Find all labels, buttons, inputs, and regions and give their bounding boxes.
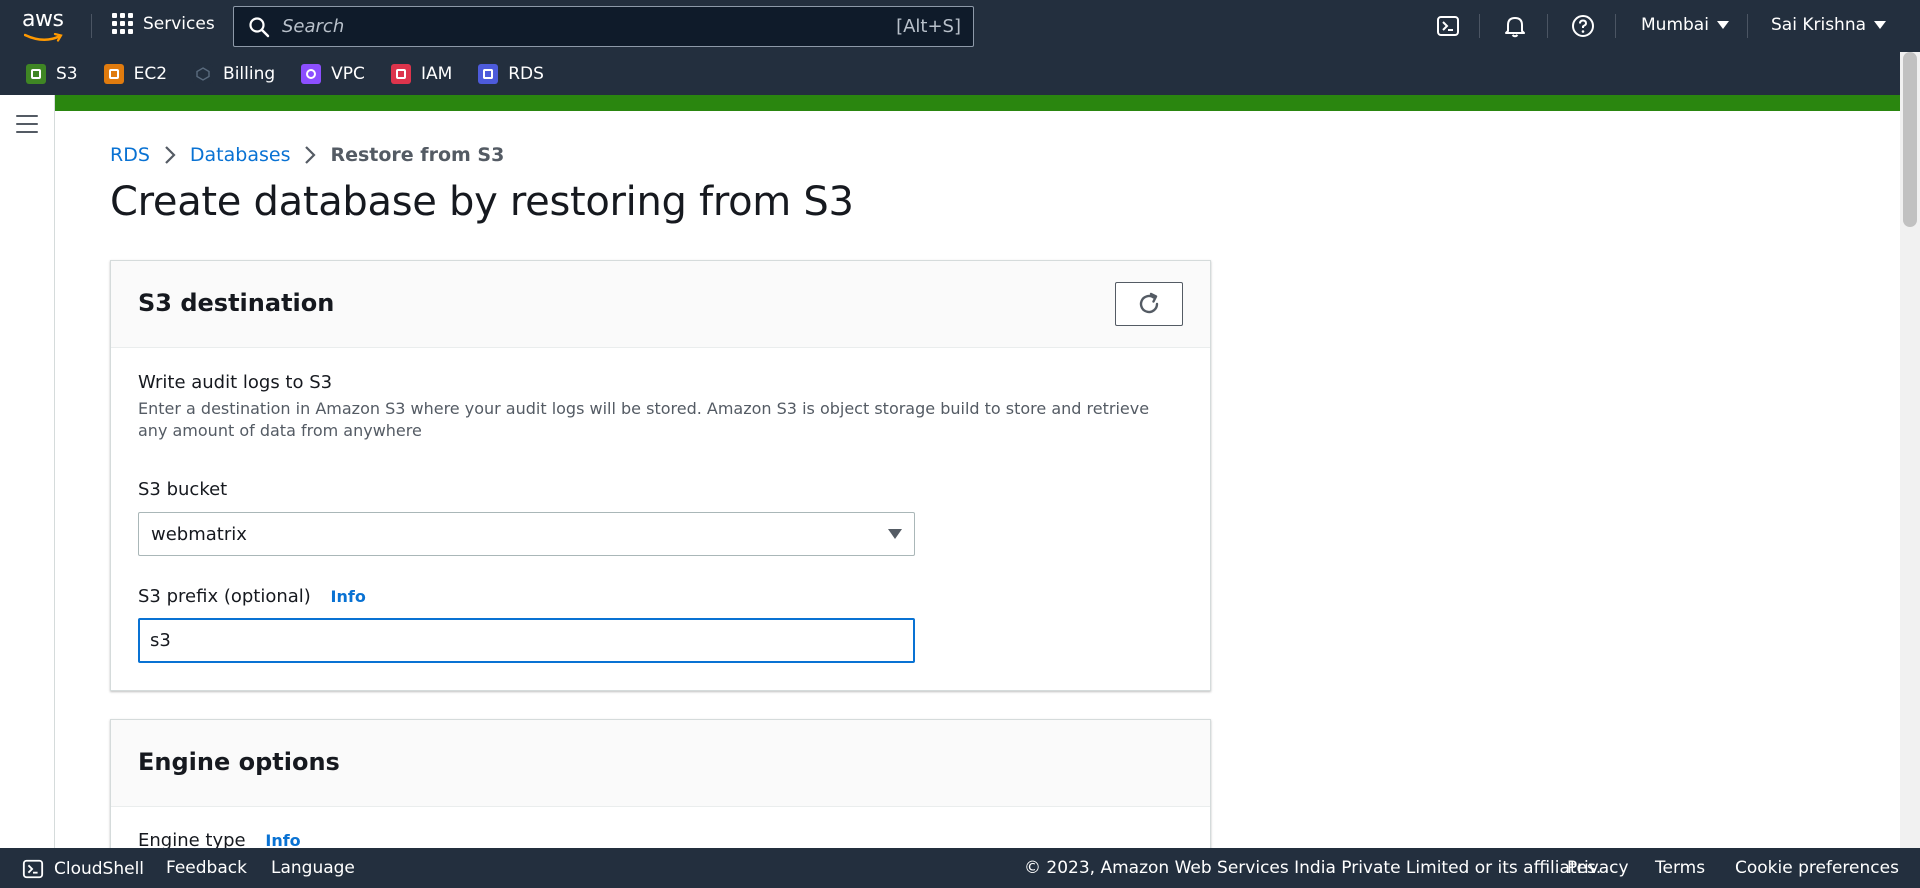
- s3-destination-panel: S3 destination Write audit logs to S3 En…: [110, 260, 1211, 691]
- region-selector[interactable]: Mumbai: [1641, 15, 1729, 35]
- search-bar[interactable]: [Alt+S]: [233, 6, 974, 47]
- s3-prefix-label: S3 prefix (optional): [138, 586, 311, 607]
- favorite-rds[interactable]: RDS: [478, 63, 544, 84]
- nav-divider: [1747, 14, 1748, 38]
- cloudshell-icon: [22, 859, 44, 879]
- bell-icon[interactable]: [1503, 14, 1527, 38]
- grid-icon: [112, 13, 133, 34]
- favorite-label: EC2: [133, 63, 168, 84]
- help-icon[interactable]: [1571, 14, 1595, 38]
- panel-title: S3 destination: [138, 289, 335, 317]
- s3-icon: [26, 63, 46, 84]
- s3-bucket-select[interactable]: webmatrix: [138, 512, 915, 556]
- cloudshell-label: CloudShell: [54, 859, 145, 879]
- favorite-billing[interactable]: Billing: [193, 63, 276, 84]
- page-title: Create database by restoring from S3: [110, 179, 854, 225]
- top-navigation: aws Services [Alt+S] Mumbai: [0, 0, 1920, 52]
- caret-down-icon: [1874, 21, 1887, 29]
- language-link[interactable]: Language: [271, 858, 355, 878]
- cookie-preferences-link[interactable]: Cookie preferences: [1735, 858, 1899, 878]
- terms-link[interactable]: Terms: [1655, 858, 1705, 878]
- favorite-label: Billing: [223, 63, 276, 84]
- cloudshell-button[interactable]: CloudShell: [22, 858, 144, 880]
- s3-bucket-value: webmatrix: [151, 523, 247, 545]
- services-label: Services: [143, 13, 215, 34]
- s3-prefix-label-row: S3 prefix (optional) Info: [138, 586, 366, 607]
- search-input[interactable]: [282, 16, 897, 37]
- favorite-label: RDS: [508, 63, 544, 84]
- refresh-icon: [1139, 292, 1159, 314]
- nav-divider: [1479, 14, 1480, 38]
- favorite-label: IAM: [420, 63, 453, 84]
- account-menu[interactable]: Sai Krishna: [1771, 15, 1887, 35]
- favorite-ec2[interactable]: EC2: [103, 63, 168, 84]
- console-footer: CloudShell Feedback Language © 2023, Ama…: [0, 848, 1920, 888]
- iam-icon: [390, 63, 411, 84]
- s3-prefix-input[interactable]: [138, 618, 915, 663]
- privacy-link[interactable]: Privacy: [1567, 858, 1629, 878]
- services-menu-button[interactable]: Services: [112, 13, 215, 34]
- feedback-link[interactable]: Feedback: [166, 858, 247, 878]
- search-icon: [249, 16, 270, 37]
- aws-smile-icon: [24, 33, 63, 42]
- scrollbar-thumb[interactable]: [1903, 52, 1917, 227]
- billing-icon: [193, 63, 214, 84]
- breadcrumb-current: Restore from S3: [330, 144, 505, 166]
- caret-down-icon: [1716, 21, 1729, 29]
- ec2-icon: [103, 63, 124, 84]
- panel-header: Engine options: [111, 720, 1210, 807]
- side-navigation-rail: [0, 95, 55, 848]
- favorite-label: S3: [56, 63, 78, 84]
- refresh-button[interactable]: [1115, 282, 1183, 326]
- panel-title: Engine options: [138, 748, 340, 776]
- hamburger-menu-icon[interactable]: [16, 115, 38, 133]
- favorite-s3[interactable]: S3: [26, 63, 78, 84]
- cloudshell-icon[interactable]: [1436, 14, 1460, 38]
- search-shortcut-hint: [Alt+S]: [896, 16, 961, 37]
- vpc-icon: [301, 63, 322, 84]
- write-logs-title: Write audit logs to S3: [138, 372, 333, 393]
- dropdown-caret-icon: [888, 529, 902, 539]
- user-name: Sai Krishna: [1771, 15, 1867, 35]
- breadcrumb: RDS Databases Restore from S3: [110, 144, 504, 166]
- region-label: Mumbai: [1641, 15, 1709, 35]
- breadcrumb-databases[interactable]: Databases: [190, 144, 291, 166]
- write-logs-description: Enter a destination in Amazon S3 where y…: [138, 399, 1150, 440]
- page-scrollbar[interactable]: [1900, 52, 1920, 848]
- flash-banner-strip: [55, 95, 1900, 111]
- aws-logo-text: aws: [22, 7, 64, 32]
- rds-icon: [478, 63, 499, 84]
- aws-logo[interactable]: aws: [22, 9, 70, 43]
- copyright-text: © 2023, Amazon Web Services India Privat…: [1024, 858, 1602, 878]
- breadcrumb-rds[interactable]: RDS: [110, 144, 150, 166]
- nav-divider: [1547, 14, 1548, 38]
- chevron-right-icon: [165, 146, 176, 164]
- chevron-right-icon: [305, 146, 317, 164]
- favorite-iam[interactable]: IAM: [390, 63, 453, 84]
- favorites-bar: S3 EC2 Billing VPC IAM RDS: [0, 52, 1920, 95]
- favorite-vpc[interactable]: VPC: [301, 63, 365, 84]
- nav-divider: [91, 14, 92, 38]
- s3-prefix-info-link[interactable]: Info: [331, 587, 366, 606]
- favorite-label: VPC: [331, 63, 365, 84]
- s3-bucket-label: S3 bucket: [138, 479, 228, 500]
- nav-divider: [1615, 14, 1616, 38]
- panel-header: S3 destination: [111, 261, 1210, 348]
